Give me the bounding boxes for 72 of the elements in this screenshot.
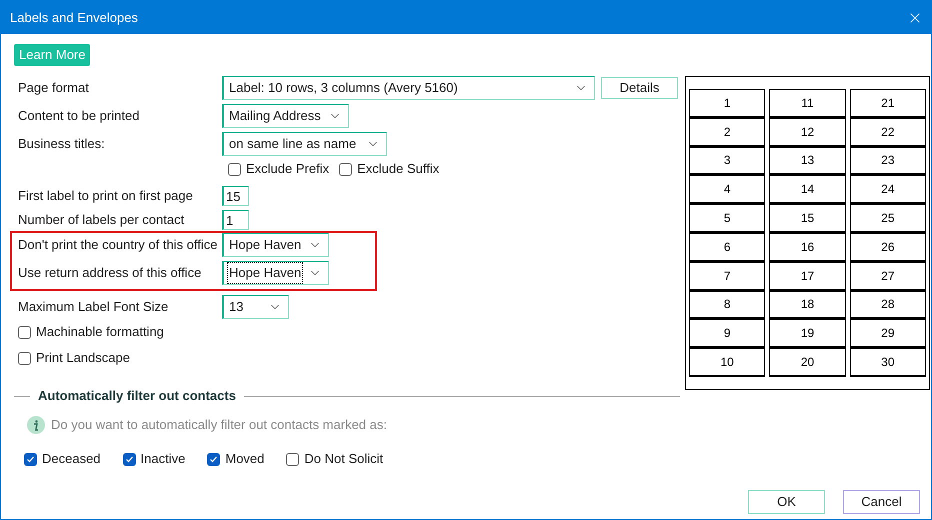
field-label: Don't print the country of this office xyxy=(18,236,219,254)
dropdown[interactable]: Hope Haven xyxy=(222,233,329,257)
label-cell: 7 xyxy=(689,262,766,291)
dropdown[interactable]: Hope Haven xyxy=(222,261,329,285)
checkbox[interactable] xyxy=(18,326,31,338)
field-label: Number of labels per contact xyxy=(18,211,186,230)
checkbox-label: Print Landscape xyxy=(36,349,130,368)
label-cell: 3 xyxy=(689,146,766,176)
label-cell: 4 xyxy=(689,175,766,204)
checkmark-icon xyxy=(209,454,218,464)
label-cell: 15 xyxy=(769,204,846,233)
checkmark-icon xyxy=(26,454,35,464)
info-icon xyxy=(27,416,45,434)
label-cell: 18 xyxy=(769,290,846,320)
label-cell: 1 xyxy=(689,89,766,118)
ok-button[interactable]: OK xyxy=(748,490,825,514)
label-cell: 10 xyxy=(689,348,766,377)
checkbox-label: Inactive xyxy=(140,450,186,468)
input-field[interactable]: 15 xyxy=(222,186,249,206)
checkmark-icon xyxy=(124,454,134,464)
checkbox-label: Do Not Solicit xyxy=(304,450,384,468)
input-field[interactable]: 1 xyxy=(222,210,249,230)
details-button[interactable]: Details xyxy=(601,77,678,99)
field-label: Page format xyxy=(18,79,90,98)
info-text: Do you want to automatically filter out contacts marked as: xyxy=(51,416,387,434)
label-cell: 24 xyxy=(850,175,926,204)
field-label: First label to print on first page xyxy=(18,187,194,206)
cancel-button[interactable]: Cancel xyxy=(843,490,920,514)
field-label: Content to be printed xyxy=(18,107,140,126)
label-cell: 11 xyxy=(769,89,846,118)
label-cell: 30 xyxy=(850,348,926,377)
checkbox[interactable] xyxy=(286,452,300,466)
label-cell: 25 xyxy=(850,204,926,233)
label-cell: 2 xyxy=(689,118,766,147)
checkbox[interactable] xyxy=(228,162,241,176)
label-cell: 27 xyxy=(850,262,926,291)
checkbox[interactable] xyxy=(24,452,37,466)
field-label: Maximum Label Font Size xyxy=(18,298,170,316)
checkbox[interactable] xyxy=(339,162,352,176)
label-cell: 26 xyxy=(850,232,926,262)
section-heading: Automatically filter out contacts xyxy=(37,387,237,406)
label-cell: 19 xyxy=(769,319,846,348)
label-cell: 12 xyxy=(769,118,846,147)
label-cell: 14 xyxy=(769,175,846,204)
checkbox[interactable] xyxy=(122,452,136,466)
dropdown[interactable]: Label: 10 rows, 3 columns (Avery 5160) xyxy=(222,76,595,100)
label-cell: 5 xyxy=(689,204,766,233)
dropdown[interactable]: 13 xyxy=(222,295,289,319)
dropdown[interactable]: on same line as name xyxy=(222,132,387,156)
label-cell: 8 xyxy=(689,290,766,320)
label-cell: 21 xyxy=(850,89,926,118)
label-cell: 6 xyxy=(689,232,766,262)
checkbox[interactable] xyxy=(18,352,31,364)
field-label: Use return address of this office xyxy=(18,264,202,282)
label-cell: 16 xyxy=(769,232,846,262)
label-cell: 29 xyxy=(850,319,926,348)
checkbox-label: Exclude Suffix xyxy=(357,160,440,178)
label-cell: 17 xyxy=(769,262,846,291)
window-title: Labels and Envelopes xyxy=(10,8,138,27)
label-cell: 13 xyxy=(769,146,846,176)
checkbox[interactable] xyxy=(207,452,220,466)
checkbox-label: Deceased xyxy=(42,450,101,468)
checkbox-label: Exclude Prefix xyxy=(246,160,330,178)
label-cell: 9 xyxy=(689,319,766,348)
checkbox-label: Machinable formatting xyxy=(36,323,164,342)
field-label: Business titles: xyxy=(18,135,106,154)
label-cell: 23 xyxy=(850,146,926,176)
label-cell: 20 xyxy=(769,348,846,377)
label-cell: 22 xyxy=(850,118,926,147)
label-cell: 28 xyxy=(850,290,926,320)
checkbox-label: Moved xyxy=(225,450,264,468)
dropdown[interactable]: Mailing Address xyxy=(222,104,349,128)
